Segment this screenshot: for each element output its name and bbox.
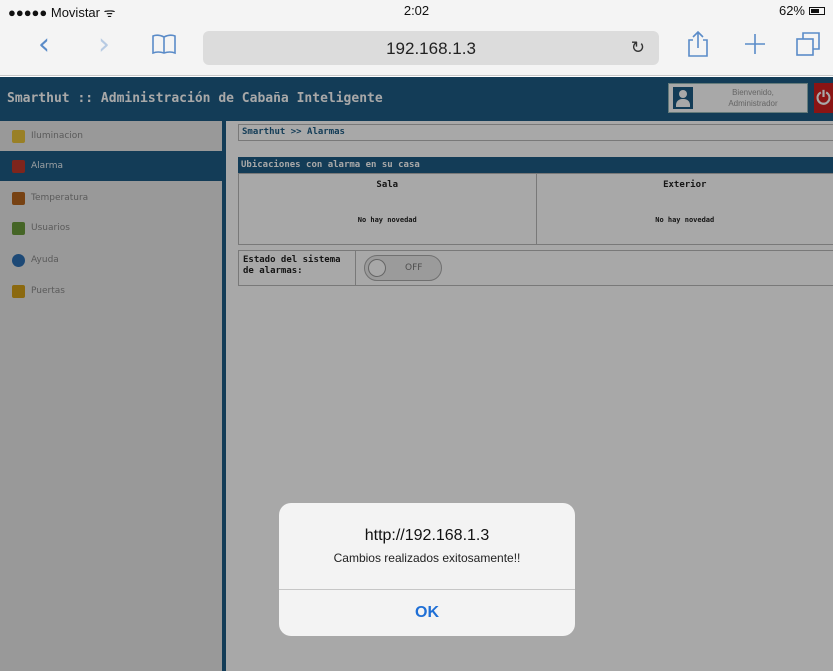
- bookmarks-icon[interactable]: [146, 26, 182, 62]
- tabs-icon[interactable]: [790, 26, 826, 62]
- battery-icon: [809, 6, 825, 15]
- url-text: 192.168.1.3: [386, 39, 476, 58]
- share-icon[interactable]: [680, 26, 716, 62]
- back-icon[interactable]: ‹: [26, 26, 62, 62]
- alert-title: http://192.168.1.3: [364, 527, 490, 544]
- ok-button[interactable]: OK: [279, 590, 575, 636]
- new-tab-icon[interactable]: [737, 26, 773, 62]
- status-bar: ●●●●● Movistar ᯤ 2:02 62%: [0, 0, 833, 20]
- battery-indicator: 62%: [779, 3, 825, 18]
- alert-dialog: http://192.168.1.3 Cambios realizados ex…: [279, 503, 575, 636]
- battery-percent: 62%: [778, 3, 805, 18]
- alert-message: Cambios realizados exitosamente!!: [333, 551, 521, 565]
- clock: 2:02: [403, 3, 430, 18]
- address-bar[interactable]: 192.168.1.3 ↻: [203, 31, 659, 65]
- reload-icon[interactable]: ↻: [631, 38, 645, 58]
- browser-toolbar: ‹ › 192.168.1.3 ↻: [0, 20, 833, 76]
- forward-icon[interactable]: ›: [86, 26, 122, 62]
